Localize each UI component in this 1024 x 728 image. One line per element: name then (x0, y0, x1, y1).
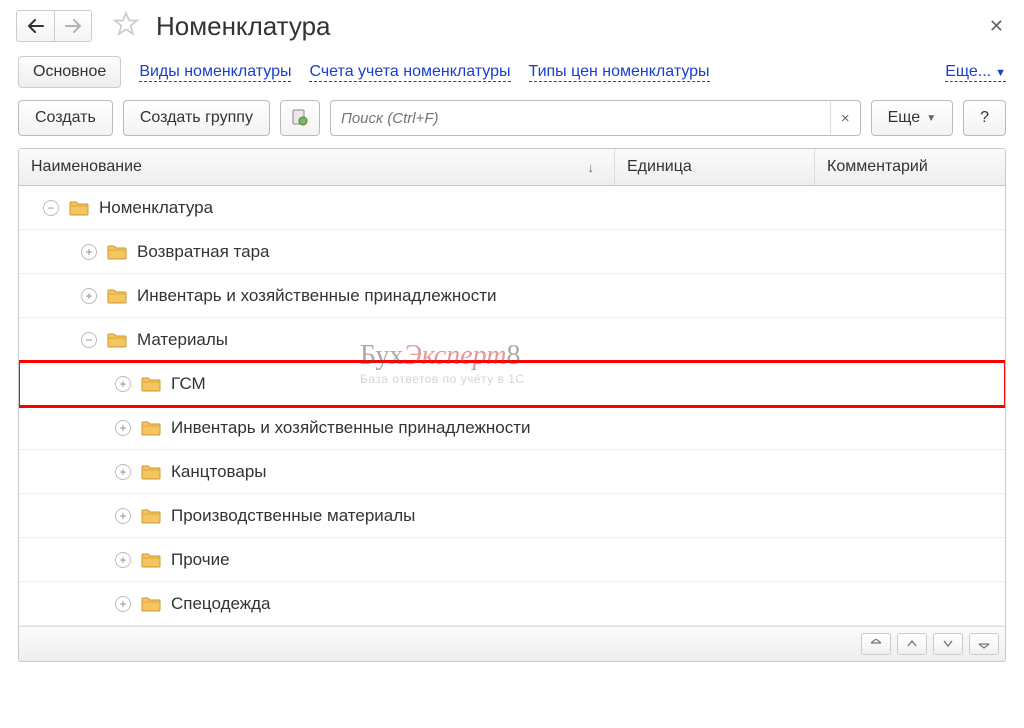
caret-up-icon (907, 640, 917, 648)
scroll-up-button[interactable] (897, 633, 927, 655)
tree-expander[interactable]: + (115, 508, 131, 524)
tab-link-price-types[interactable]: Типы цен номенклатуры (529, 63, 710, 82)
tree-expander[interactable]: + (115, 376, 131, 392)
folder-icon (107, 288, 127, 304)
tree-row-label: Инвентарь и хозяйственные принадлежности (137, 286, 497, 306)
search-input[interactable] (331, 104, 830, 133)
tree-row-label: Производственные материалы (171, 506, 415, 526)
help-button[interactable]: ? (963, 100, 1006, 136)
tree-row-label: Материалы (137, 330, 228, 350)
tree-expander[interactable]: + (115, 596, 131, 612)
sort-indicator-icon: ↓ (588, 160, 595, 175)
tab-link-types[interactable]: Виды номенклатуры (139, 63, 291, 82)
favorite-star-icon[interactable] (112, 10, 140, 42)
tree-row[interactable]: + ГСМ (19, 362, 1005, 406)
tree-row[interactable]: + Спецодежда (19, 582, 1005, 626)
create-group-button[interactable]: Создать группу (123, 100, 270, 136)
attach-file-button[interactable] (280, 100, 320, 136)
tree-row[interactable]: − Номенклатура (19, 186, 1005, 230)
scroll-bottom-button[interactable] (969, 633, 999, 655)
scroll-top-button[interactable] (861, 633, 891, 655)
nav-forward-button[interactable] (54, 10, 92, 42)
page-title: Номенклатура (156, 11, 330, 42)
folder-icon (107, 332, 127, 348)
column-header-unit[interactable]: Единица (615, 149, 815, 185)
folder-icon (69, 200, 89, 216)
tab-main[interactable]: Основное (18, 56, 121, 88)
folder-icon (141, 464, 161, 480)
tree-row[interactable]: + Прочие (19, 538, 1005, 582)
folder-icon (141, 420, 161, 436)
tree-expander[interactable]: + (81, 244, 97, 260)
chevron-down-icon: ▼ (995, 67, 1006, 79)
column-header-name-label: Наименование (31, 158, 142, 176)
column-header-row: Наименование ↓ Единица Комментарий (19, 149, 1005, 186)
folder-icon (141, 508, 161, 524)
tree-expander[interactable]: − (43, 200, 59, 216)
tree-row-label: Канцтовары (171, 462, 267, 482)
folder-icon (107, 244, 127, 260)
tree-row-label: Прочие (171, 550, 230, 570)
tree-row[interactable]: + Инвентарь и хозяйственные принадлежност… (19, 406, 1005, 450)
nav-back-button[interactable] (16, 10, 54, 42)
tree-row-label: Номенклатура (99, 198, 213, 218)
create-button[interactable]: Создать (18, 100, 113, 136)
arrow-left-icon (27, 19, 45, 33)
tree-row-label: ГСМ (171, 374, 206, 394)
more-actions-button[interactable]: Еще ▼ (871, 100, 953, 136)
chevron-down-icon: ▼ (926, 113, 936, 124)
document-icon (291, 108, 309, 128)
tree-expander[interactable]: + (115, 464, 131, 480)
table-scroll-nav (19, 626, 1005, 661)
scroll-down-button[interactable] (933, 633, 963, 655)
column-header-comment[interactable]: Комментарий (815, 149, 1005, 185)
folder-icon (141, 596, 161, 612)
tree-row-label: Спецодежда (171, 594, 271, 614)
close-button[interactable]: ✕ (985, 12, 1008, 41)
tab-link-accounts[interactable]: Счета учета номенклатуры (309, 63, 510, 82)
tree-row[interactable]: − Материалы (19, 318, 1005, 362)
tree-expander[interactable]: − (81, 332, 97, 348)
tab-link-more[interactable]: Еще... ▼ (945, 63, 1006, 82)
tree-row[interactable]: + Возвратная тара (19, 230, 1005, 274)
column-header-name[interactable]: Наименование ↓ (19, 149, 615, 185)
folder-icon (141, 552, 161, 568)
scroll-bottom-icon (978, 639, 990, 649)
folder-icon (141, 376, 161, 392)
tree-row[interactable]: + Инвентарь и хозяйственные принадлежност… (19, 274, 1005, 318)
data-table: Наименование ↓ Единица Комментарий − Номе… (18, 148, 1006, 662)
tree-expander[interactable]: + (81, 288, 97, 304)
search-clear-button[interactable]: × (830, 101, 860, 135)
caret-down-icon (943, 640, 953, 648)
tree-row[interactable]: + Канцтовары (19, 450, 1005, 494)
tree-row-label: Инвентарь и хозяйственные принадлежности (171, 418, 531, 438)
tree-row-label: Возвратная тара (137, 242, 269, 262)
tab-link-more-label: Еще... (945, 63, 991, 80)
tree-expander[interactable]: + (115, 552, 131, 568)
tree-expander[interactable]: + (115, 420, 131, 436)
more-actions-label: Еще (888, 109, 921, 127)
arrow-right-icon (64, 19, 82, 33)
scroll-top-icon (870, 639, 882, 649)
tree-row[interactable]: + Производственные материалы (19, 494, 1005, 538)
search-field[interactable]: × (330, 100, 861, 136)
